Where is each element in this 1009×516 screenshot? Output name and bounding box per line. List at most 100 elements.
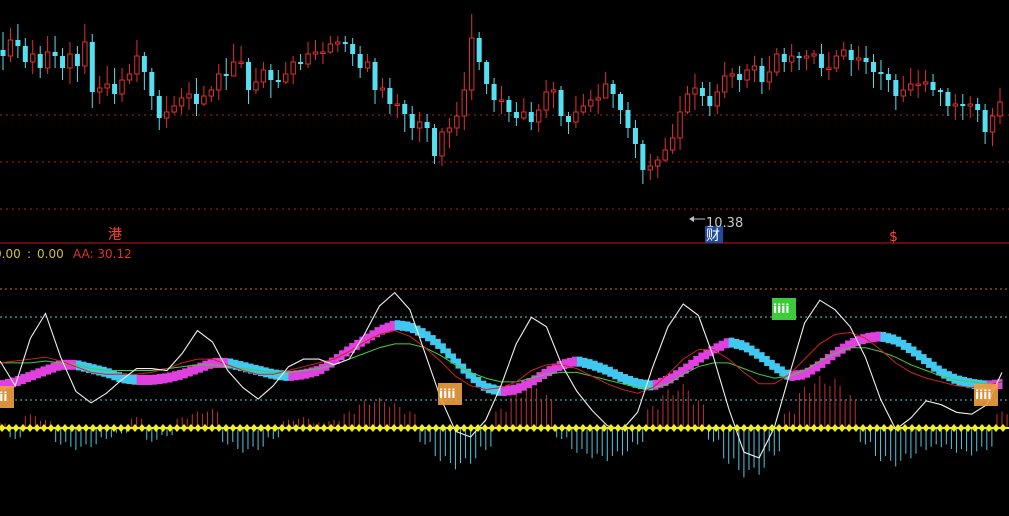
candle-body-down — [409, 114, 415, 128]
baseline-diamond — [824, 424, 832, 432]
candle-body-up — [320, 51, 326, 54]
candle-body-up — [312, 51, 319, 55]
band-segment-up — [860, 334, 866, 345]
candle-body-up — [841, 49, 847, 57]
candle-body-down — [558, 90, 564, 116]
candle-body-up — [684, 93, 691, 113]
candle-body-up — [952, 103, 959, 107]
candle-body-up — [469, 37, 475, 91]
candle-body-up — [647, 165, 654, 171]
candle-body-up — [216, 73, 222, 91]
candle-body-down — [246, 62, 252, 90]
band-segment-up — [136, 375, 143, 385]
band-segment-up — [50, 362, 57, 373]
candle-body-down — [945, 92, 951, 106]
baseline-diamond — [404, 424, 412, 432]
event-marker-hk[interactable]: 港 — [108, 227, 122, 243]
min-arrow-head — [689, 216, 694, 222]
baseline-diamond — [320, 424, 328, 432]
candle-body-down — [632, 128, 638, 144]
candle-body-up — [283, 73, 289, 83]
candle-body-up — [811, 53, 817, 57]
candle-body-up — [461, 89, 467, 117]
baseline-diamond — [82, 424, 90, 432]
band-segment-down — [106, 368, 112, 379]
baseline-diamond — [453, 424, 461, 432]
baseline-diamond — [929, 424, 937, 432]
candle-body-up — [134, 55, 140, 75]
baseline-diamond — [243, 424, 251, 432]
candle-body-up — [230, 61, 237, 77]
baseline-diamond — [61, 424, 69, 432]
band-segment-up — [141, 375, 148, 385]
baseline-diamond — [866, 424, 874, 432]
baseline-diamond — [299, 424, 307, 432]
legend-value-2: 0.00 — [37, 247, 64, 261]
candle-body-up — [253, 81, 259, 91]
band-segment-down — [445, 348, 451, 359]
candle-body-up — [826, 67, 832, 70]
baseline-diamond — [138, 424, 146, 432]
baseline-diamond — [264, 424, 272, 432]
candle-body-up — [44, 51, 51, 69]
band-segment-down — [440, 343, 446, 354]
candle-body-up — [588, 99, 594, 107]
baseline-diamond — [390, 424, 398, 432]
band-segment-up — [146, 375, 153, 385]
candle-body-up — [602, 83, 609, 99]
band-segment-up — [840, 343, 846, 354]
baseline-diamond — [222, 424, 230, 432]
candle-body-down — [506, 100, 512, 112]
baseline-diamond — [208, 424, 216, 432]
band-segment-down — [607, 366, 613, 377]
event-marker-dollar[interactable]: $ — [889, 229, 898, 245]
baseline-diamond — [544, 424, 552, 432]
band-segment-down — [131, 374, 138, 385]
band-segment-up — [156, 374, 163, 385]
candle-body-down — [484, 62, 490, 84]
band-segment-down — [748, 345, 755, 356]
candle-body-up — [208, 89, 215, 97]
baseline-diamond — [698, 424, 706, 432]
candlestick-panel — [0, 14, 1009, 210]
candle-body-down — [223, 74, 229, 76]
candle-body-down — [424, 122, 430, 128]
candle-body-down — [60, 56, 66, 68]
candle-body-up — [751, 65, 758, 71]
band-segment-down — [961, 376, 968, 387]
baseline-diamond — [488, 424, 496, 432]
baseline-diamond — [936, 424, 944, 432]
baseline-diamond — [194, 424, 202, 432]
min-price-annotation: 10.38 — [689, 216, 743, 231]
band-segment-down — [915, 350, 922, 361]
baseline-diamond — [572, 424, 580, 432]
band-segment-up — [202, 360, 208, 371]
baseline-diamond — [607, 424, 615, 432]
candle-body-down — [491, 84, 497, 100]
band-segment-up — [30, 370, 36, 381]
band-segment-down — [268, 368, 274, 379]
candle-body-down — [387, 88, 393, 104]
band-segment-down — [404, 321, 411, 332]
candle-body-down — [818, 54, 824, 68]
band-segment-down — [895, 336, 902, 347]
band-segment-down — [581, 357, 588, 368]
band-segment-up — [182, 368, 188, 379]
baseline-diamond — [516, 424, 524, 432]
band-segment-up — [516, 383, 522, 394]
band-segment-down — [743, 342, 750, 353]
band-segment-down — [890, 334, 897, 345]
candle-body-up — [126, 73, 133, 81]
baseline-diamond — [901, 424, 909, 432]
candle-body-up — [543, 91, 549, 111]
candle-body-up — [30, 53, 36, 63]
candle-body-up — [669, 137, 676, 151]
band-segment-up — [506, 385, 512, 396]
baseline-diamond — [852, 424, 860, 432]
baseline-diamond — [271, 424, 279, 432]
baseline-diamond — [502, 424, 510, 432]
baseline-diamond — [761, 424, 769, 432]
baseline-diamond — [978, 424, 986, 432]
band-segment-down — [602, 364, 608, 375]
band-segment-up — [177, 369, 183, 380]
